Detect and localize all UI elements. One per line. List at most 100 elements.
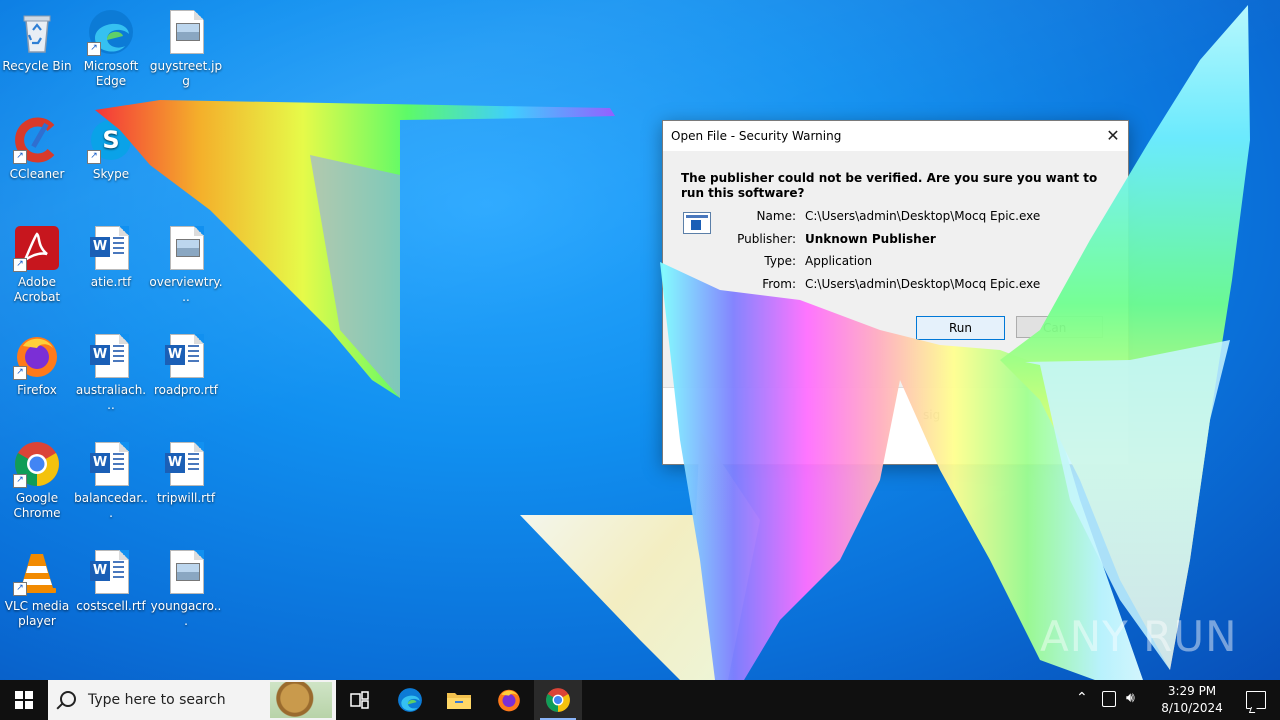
shortcut-arrow-icon: ↗ xyxy=(13,366,27,380)
desktop-icon-ccleaner[interactable]: ↗ CCleaner xyxy=(0,116,74,182)
desktop-icon-google-chrome[interactable]: ↗ Google Chrome xyxy=(0,440,74,521)
desktop-icon-adobe-acrobat[interactable]: ↗ Adobe Acrobat xyxy=(0,224,74,305)
system-tray: ⌃ 🔊︎ 3:29 PM 8/10/2024 xyxy=(1060,680,1280,720)
clock-time: 3:29 PM xyxy=(1167,684,1217,698)
desktop-icon-label: tripwill.rtf xyxy=(156,491,216,505)
desktop-icon-label: Skype xyxy=(92,167,130,181)
desktop-icon-tripwill-rtf[interactable]: W tripwill.rtf xyxy=(149,440,223,506)
field-value: C:\Users\admin\Desktop\Mocq Epic.exe xyxy=(805,277,1041,291)
cancel-button[interactable]: Can xyxy=(1016,316,1103,338)
chrome-icon xyxy=(546,688,570,712)
field-value: C:\Users\admin\Desktop\Mocq Epic.exe xyxy=(805,209,1041,223)
edge-icon xyxy=(398,688,422,712)
shortcut-arrow-icon: ↗ xyxy=(13,582,27,596)
image-file-icon xyxy=(162,548,210,596)
desktop-icon-guystreet-jpg[interactable]: guystreet.jpg xyxy=(149,8,223,89)
acrobat-icon: ↗ xyxy=(13,224,61,272)
folder-icon xyxy=(447,693,471,709)
desktop-icon-microsoft-edge[interactable]: ↗ Microsoft Edge xyxy=(74,8,148,89)
warning-question: The publisher could not be verified. Are… xyxy=(681,171,1098,200)
shortcut-arrow-icon: ↗ xyxy=(13,150,27,164)
show-hidden-icons-icon[interactable]: ⌃ xyxy=(1076,690,1088,706)
notification-icon[interactable] xyxy=(1246,691,1266,709)
close-icon[interactable]: ✕ xyxy=(1098,121,1128,151)
desktop-icon-label: Adobe Acrobat xyxy=(13,275,61,304)
desktop-icon-firefox[interactable]: ↗ Firefox xyxy=(0,332,74,398)
footer-text: sig xyxy=(923,408,941,422)
shortcut-arrow-icon: ↗ xyxy=(87,150,101,164)
image-file-icon xyxy=(162,224,210,272)
desktop-icon-label: Recycle Bin xyxy=(2,59,72,73)
skype-icon: S ↗ xyxy=(87,116,135,164)
word-document-icon: W xyxy=(87,440,135,488)
desktop-icon-costscell-rtf[interactable]: W costscell.rtf xyxy=(74,548,148,614)
dialog-titlebar[interactable]: Open File - Security Warning ✕ xyxy=(663,121,1128,151)
word-document-icon: W xyxy=(87,332,135,380)
taskbar-firefox[interactable] xyxy=(485,680,533,720)
word-document-icon: W xyxy=(162,332,210,380)
firefox-icon: ↗ xyxy=(13,332,61,380)
search-icon xyxy=(60,691,76,707)
shortcut-arrow-icon: ↗ xyxy=(13,474,27,488)
firefox-icon xyxy=(498,689,520,712)
run-button[interactable]: Run xyxy=(916,316,1005,340)
word-document-icon: W xyxy=(87,224,135,272)
desktop-icon-label: atie.rtf xyxy=(90,275,132,289)
desktop-icon-atie-rtf[interactable]: W atie.rtf xyxy=(74,224,148,290)
volume-icon[interactable]: 🔊︎ xyxy=(1126,690,1135,706)
field-value: Application xyxy=(805,254,873,268)
desktop-icon-label: Google Chrome xyxy=(13,491,61,520)
taskbar-chrome[interactable] xyxy=(534,680,582,720)
desktop-icon-label: VLC media player xyxy=(4,599,70,628)
taskbar-file-explorer[interactable] xyxy=(435,680,483,720)
chrome-icon: ↗ xyxy=(13,440,61,488)
field-label: From: xyxy=(762,277,796,291)
dialog-footer: sig xyxy=(663,388,1128,464)
desktop-icon-label: roadpro.rtf xyxy=(153,383,219,397)
recycle-bin-icon xyxy=(13,8,61,56)
desktop-icon-balancedar[interactable]: W balancedar... xyxy=(74,440,148,521)
field-label: Type: xyxy=(764,254,796,268)
vlc-icon: ↗ xyxy=(13,548,61,596)
security-warning-dialog: Open File - Security Warning ✕ The publi… xyxy=(662,120,1129,465)
taskbar-clock[interactable]: 3:29 PM 8/10/2024 xyxy=(1152,683,1232,717)
field-value: Unknown Publisher xyxy=(805,232,936,246)
task-view-button[interactable] xyxy=(336,680,384,720)
clock-date: 8/10/2024 xyxy=(1161,701,1223,715)
word-document-icon: W xyxy=(87,548,135,596)
task-view-icon xyxy=(350,691,369,709)
desktop-icon-australiach[interactable]: W australiach... xyxy=(74,332,148,413)
shortcut-arrow-icon: ↗ xyxy=(87,42,101,56)
start-button[interactable] xyxy=(0,680,48,720)
taskbar-edge[interactable] xyxy=(386,680,434,720)
watermark: ANY RUN xyxy=(1040,612,1238,661)
desktop-icon-recycle-bin[interactable]: Recycle Bin xyxy=(0,8,74,74)
shortcut-arrow-icon: ↗ xyxy=(13,258,27,272)
desktop-icon-label: CCleaner xyxy=(9,167,65,181)
dialog-title: Open File - Security Warning xyxy=(671,129,842,143)
field-label: Name: xyxy=(756,209,796,223)
desktop-icon-label: overviewtry... xyxy=(149,275,223,304)
desktop-icon-label: balancedar... xyxy=(74,491,148,520)
windows-logo-icon xyxy=(15,691,33,709)
desktop-icon-label: costscell.rtf xyxy=(76,599,146,613)
field-label: Publisher: xyxy=(737,232,796,246)
desktop: Recycle Bin ↗ CCleaner ↗ Adobe Acrobat ↗… xyxy=(0,0,1280,680)
taskbar: Type here to search ⌃ 🔊︎ 3:29 PM 8/10/20… xyxy=(0,680,1280,720)
desktop-icon-label: australiach... xyxy=(75,383,147,412)
desktop-icon-label: Microsoft Edge xyxy=(83,59,139,88)
desktop-icon-label: guystreet.jpg xyxy=(149,59,223,88)
search-placeholder: Type here to search xyxy=(88,692,226,708)
desktop-icon-overviewtry[interactable]: overviewtry... xyxy=(149,224,223,305)
desktop-icon-label: Firefox xyxy=(17,383,57,397)
desktop-icon-skype[interactable]: S ↗ Skype xyxy=(74,116,148,182)
desktop-icon-roadpro-rtf[interactable]: W roadpro.rtf xyxy=(149,332,223,398)
word-document-icon: W xyxy=(162,440,210,488)
desktop-icon-vlc[interactable]: ↗ VLC media player xyxy=(0,548,74,629)
edge-icon: ↗ xyxy=(87,8,135,56)
taskbar-search-box[interactable]: Type here to search xyxy=(48,680,336,720)
network-icon[interactable] xyxy=(1102,691,1116,707)
desktop-icon-label: youngacro... xyxy=(150,599,222,628)
desktop-icon-youngacro[interactable]: youngacro... xyxy=(149,548,223,629)
ccleaner-icon: ↗ xyxy=(13,116,61,164)
